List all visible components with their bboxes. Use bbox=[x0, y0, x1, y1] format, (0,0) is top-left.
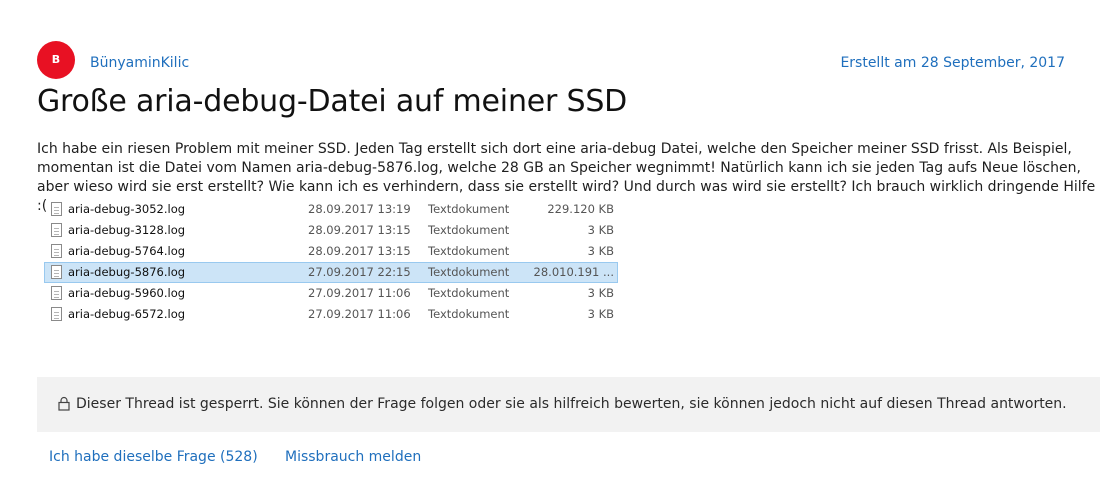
file-row: aria-debug-3128.log 28.09.2017 13:15 Textd… bbox=[44, 220, 618, 241]
file-icon bbox=[51, 244, 62, 258]
file-type: Textdokument bbox=[428, 202, 510, 216]
file-date: 27.09.2017 22:15 bbox=[308, 265, 411, 279]
lock-icon bbox=[58, 396, 70, 411]
file-type: Textdokument bbox=[428, 223, 510, 237]
thread-title: Große aria-debug-Datei auf meiner SSD bbox=[37, 84, 628, 119]
file-type: Textdokument bbox=[428, 244, 510, 258]
file-size: 3 KB bbox=[587, 307, 614, 321]
file-row: aria-debug-3052.log 28.09.2017 13:19 Textd… bbox=[44, 199, 618, 220]
file-size: 3 KB bbox=[587, 244, 614, 258]
file-name: aria-debug-5960.log bbox=[68, 286, 186, 300]
locked-notice-text: Dieser Thread ist gesperrt. Sie können d… bbox=[76, 396, 1067, 412]
avatar: B bbox=[37, 41, 75, 79]
file-icon bbox=[51, 286, 62, 300]
file-row: aria-debug-6572.log 27.09.2017 11:06 Textd… bbox=[44, 304, 618, 325]
file-size: 3 KB bbox=[587, 286, 614, 300]
file-name: aria-debug-3052.log bbox=[68, 202, 186, 216]
report-abuse-link[interactable]: Missbrauch melden bbox=[285, 449, 421, 465]
file-name: aria-debug-5764.log bbox=[68, 244, 186, 258]
file-date: 27.09.2017 11:06 bbox=[308, 286, 411, 300]
file-date: 28.09.2017 13:15 bbox=[308, 244, 411, 258]
file-name: aria-debug-6572.log bbox=[68, 307, 186, 321]
file-type: Textdokument bbox=[428, 307, 510, 321]
file-icon bbox=[51, 265, 62, 279]
locked-thread-notice: Dieser Thread ist gesperrt. Sie können d… bbox=[37, 377, 1100, 432]
same-question-button[interactable]: Ich habe dieselbe Frage (528) bbox=[49, 449, 258, 465]
file-list-screenshot: aria-debug-3052.log 28.09.2017 13:19 Textd… bbox=[44, 199, 618, 325]
file-size: 229.120 KB bbox=[547, 202, 614, 216]
file-icon bbox=[51, 202, 62, 216]
file-icon bbox=[51, 223, 62, 237]
file-size: 28.010.191 ... bbox=[533, 265, 614, 279]
file-row: aria-debug-5960.log 27.09.2017 11:06 Textd… bbox=[44, 283, 618, 304]
file-date: 27.09.2017 11:06 bbox=[308, 307, 411, 321]
file-type: Textdokument bbox=[428, 286, 510, 300]
file-row: aria-debug-5876.log 27.09.2017 22:15 Textd… bbox=[44, 262, 618, 283]
author-name-link[interactable]: BünyaminKilic bbox=[90, 55, 189, 71]
file-name: aria-debug-5876.log bbox=[68, 265, 186, 279]
file-row: aria-debug-5764.log 28.09.2017 13:15 Textd… bbox=[44, 241, 618, 262]
file-date: 28.09.2017 13:19 bbox=[308, 202, 411, 216]
thread-page: B BünyaminKilic Erstellt am 28 September… bbox=[0, 0, 1100, 483]
file-name: aria-debug-3128.log bbox=[68, 223, 186, 237]
created-date: Erstellt am 28 September, 2017 bbox=[840, 55, 1065, 71]
file-type: Textdokument bbox=[428, 265, 510, 279]
file-date: 28.09.2017 13:15 bbox=[308, 223, 411, 237]
file-icon bbox=[51, 307, 62, 321]
file-size: 3 KB bbox=[587, 223, 614, 237]
